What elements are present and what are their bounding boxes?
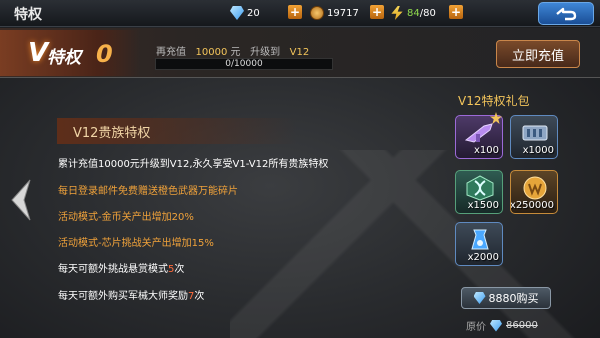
recharge-prefix: 再充值 (156, 47, 186, 58)
prev-page-arrow-icon[interactable] (8, 178, 34, 222)
gift-item-energy[interactable]: x2000 (455, 222, 503, 266)
item-qty: x2000 (467, 252, 499, 263)
coin-amount: 19717 (327, 7, 359, 19)
perk-text: 每天可额外购买军械大师奖励 (58, 291, 188, 302)
perk-suffix: 次 (194, 291, 205, 302)
original-price: 原价 86000 (466, 318, 538, 333)
recharge-amount: 10000 (195, 47, 228, 58)
progress-text: 0/10000 (225, 59, 263, 69)
page-title: 特权 (14, 7, 42, 23)
item-qty: x1500 (467, 200, 499, 211)
diamond-icon (230, 6, 244, 20)
privilege-title: V12贵族特权 (73, 126, 151, 141)
buy-price: 8880购买 (488, 292, 539, 305)
weapon-icon (464, 123, 493, 143)
perk-item: 活动模式-芯片挑战关产出增加15% (58, 238, 214, 249)
energy-vial-icon (471, 229, 489, 250)
item-qty: x250000 (510, 200, 554, 211)
privilege-title-bar: V12贵族特权 (57, 118, 297, 144)
gift-item-ammo[interactable]: x1000 (510, 115, 558, 159)
stamina-current: 84 (407, 7, 420, 19)
recharge-progress-bar: 0/10000 (155, 58, 333, 70)
diamond-icon (473, 292, 486, 304)
perk-item: 累计充值10000元升级到V12,永久享受V1-V12所有贵族特权 (58, 159, 329, 170)
ammo-icon (522, 125, 548, 141)
upgrade-prefix: 升级到 (250, 47, 281, 58)
coin-counter: 19717 (310, 5, 359, 21)
gold-medal-icon (523, 176, 547, 200)
original-label: 原价 (466, 322, 486, 333)
original-amount: 86000 (506, 320, 538, 331)
perk-suffix: 次 (174, 264, 185, 275)
diamond-amount: 20 (247, 7, 260, 19)
perk-item: 活动模式-金币关产出增加20% (58, 212, 194, 223)
vip-badge-v: V (28, 38, 49, 68)
stamina-max: /80 (419, 7, 436, 19)
add-diamond-button[interactable]: + (288, 5, 302, 19)
item-qty: x1000 (522, 145, 554, 156)
recharge-hint: 再充值 10000 元 升级到 V12 (156, 43, 309, 58)
back-button[interactable] (538, 2, 594, 25)
buy-gift-button[interactable]: 8880购买 (461, 287, 551, 309)
lightning-icon (391, 6, 403, 20)
item-qty: x100 (473, 145, 499, 156)
target-level: V12 (289, 47, 310, 58)
stamina-counter: 84 /80 (390, 5, 436, 21)
perk-item: 每天可额外挑战悬赏模式5次 (58, 260, 184, 275)
perk-item: 每日登录邮件免费赠送橙色武器万能碎片 (58, 186, 238, 197)
return-arrow-icon (556, 7, 577, 20)
gift-item-dna[interactable]: x1500 (455, 170, 503, 214)
perk-item: 每天可额外购买军械大师奖励7次 (58, 287, 204, 302)
add-stamina-button[interactable]: + (449, 5, 463, 19)
diamond-counter: 20 (230, 5, 260, 21)
vip-badge-label: 特权 (47, 48, 81, 68)
gift-item-gold[interactable]: x250000 (510, 170, 558, 214)
gift-pack-title: V12特权礼包 (458, 94, 530, 108)
recharge-now-button[interactable]: 立即充值 (496, 40, 580, 68)
recharge-unit: 元 (230, 47, 241, 58)
gift-item-weapon[interactable]: x100 (455, 115, 503, 159)
add-coin-button[interactable]: + (370, 5, 384, 19)
vip-level: 0 (96, 40, 113, 68)
dna-icon (466, 175, 494, 201)
perk-text: 每天可额外挑战悬赏模式 (58, 264, 168, 275)
diamond-icon (490, 319, 502, 332)
coin-icon (310, 6, 324, 20)
